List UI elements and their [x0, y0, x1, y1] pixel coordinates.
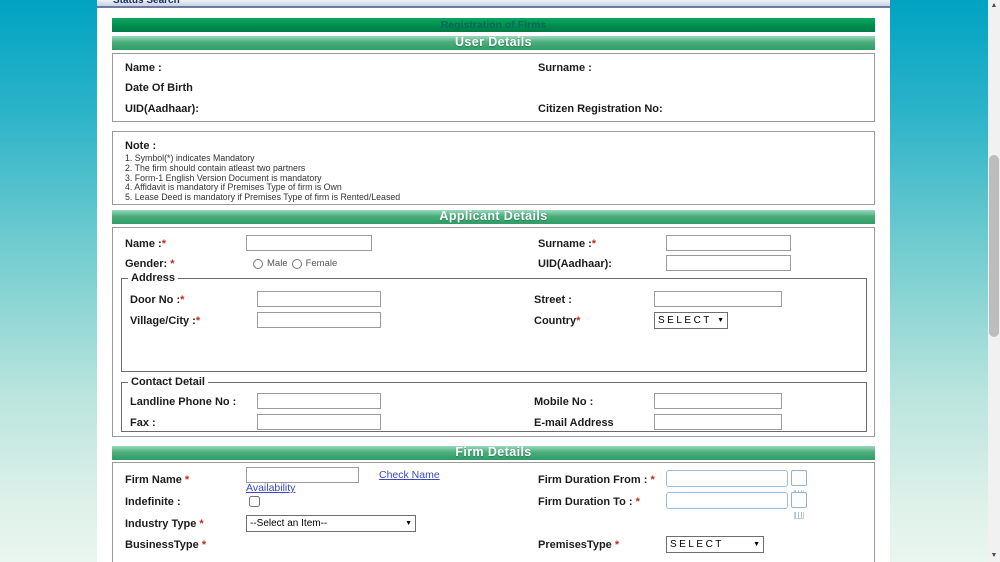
landline-label: Landline Phone No : — [130, 396, 237, 408]
required-marker: * — [591, 238, 597, 250]
duration-from-input[interactable] — [666, 470, 788, 487]
address-fieldset: Address Door No :* Street : Village/City… — [121, 272, 867, 372]
street-label: Street : — [534, 294, 572, 306]
dropdown-arrow-icon: ▼ — [717, 317, 724, 324]
duration-from-label: Firm Duration From : * — [538, 474, 655, 486]
duration-to-input[interactable] — [666, 492, 788, 509]
required-marker: * — [201, 539, 207, 551]
required-marker: * — [195, 315, 201, 327]
user-name-label: Name : — [125, 62, 162, 74]
industry-type-select[interactable]: --Select an Item-- ▼ — [246, 515, 416, 532]
required-marker: * — [650, 474, 655, 486]
required-marker: * — [576, 315, 581, 327]
industry-type-select-value: --Select an Item-- — [250, 518, 328, 529]
menu-item-status-search[interactable]: Status Search — [113, 0, 180, 6]
indefinite-checkbox[interactable] — [249, 496, 260, 507]
address-legend: Address — [131, 272, 176, 284]
firm-name-label: Firm Name * — [125, 474, 190, 486]
fax-input[interactable] — [257, 414, 381, 430]
firm-details-box: Firm Name * Check Name Availability Firm… — [112, 462, 875, 562]
country-select[interactable]: SELECT ▼ — [654, 312, 728, 329]
required-marker: * — [199, 518, 204, 530]
contact-legend: Contact Detail — [131, 376, 205, 388]
village-city-label: Village/City :* — [130, 315, 201, 327]
email-input[interactable] — [654, 414, 782, 430]
mobile-input[interactable] — [654, 393, 782, 409]
premises-type-select-value: SELECT — [670, 539, 724, 550]
business-type-label: BusinessType * — [125, 539, 207, 551]
email-label: E-mail Address — [534, 417, 614, 429]
country-label: Country* — [534, 315, 581, 327]
gender-female-label: Female — [305, 258, 338, 269]
applicant-uid-label: UID(Aadhaar): — [538, 258, 612, 270]
applicant-name-label: Name :* — [125, 238, 166, 250]
user-citizen-reg-label: Citizen Registration No: — [538, 103, 663, 115]
note-box: Note : 1. Symbol(*) indicates Mandatory … — [112, 131, 875, 205]
applicant-surname-label: Surname :* — [538, 238, 597, 250]
required-marker: * — [161, 238, 166, 250]
fax-label: Fax : — [130, 417, 156, 429]
content-page: Status Search Registration of Firms User… — [97, 0, 890, 562]
mobile-label: Mobile No : — [534, 396, 594, 408]
gender-male-radio[interactable] — [253, 258, 263, 269]
indefinite-label: Indefinite : — [125, 496, 181, 508]
availability-link[interactable]: Availability — [246, 482, 295, 494]
scrollbar-up-icon[interactable]: ▲ — [988, 0, 1000, 12]
required-marker: * — [180, 294, 185, 306]
required-marker: * — [170, 258, 175, 270]
premises-type-label: PremisesType * — [538, 539, 620, 551]
gender-radio-group: Male Female — [253, 258, 337, 269]
user-dob-label: Date Of Birth — [125, 82, 193, 94]
required-marker: * — [614, 539, 620, 551]
duration-to-calendar-icon[interactable] — [791, 492, 807, 519]
door-no-input[interactable] — [257, 291, 381, 307]
applicant-details-box: Name :* Surname :* Gender: * Male Female… — [112, 227, 875, 437]
gender-label: Gender: * — [125, 258, 175, 270]
dropdown-arrow-icon: ▼ — [753, 541, 760, 548]
user-details-box: Name : Surname : Date Of Birth UID(Aadha… — [112, 53, 875, 122]
dropdown-arrow-icon: ▼ — [405, 520, 412, 527]
page-title: Registration of Firms — [112, 18, 875, 32]
landline-input[interactable] — [257, 393, 381, 409]
required-marker: * — [184, 474, 190, 486]
note-item-5: 5. Lease Deed is mandatory if Premises T… — [125, 192, 401, 203]
street-input[interactable] — [654, 291, 782, 307]
check-name-link[interactable]: Check Name — [379, 469, 440, 481]
section-header-applicant-details: Applicant Details — [112, 210, 875, 224]
section-header-user-details: User Details — [112, 36, 875, 50]
industry-type-label: Industry Type * — [125, 518, 204, 530]
scrollbar-thumb[interactable] — [989, 155, 999, 337]
vertical-scrollbar[interactable]: ▲ ▼ — [988, 0, 1000, 562]
section-header-firm-details: Firm Details — [112, 446, 875, 460]
firm-name-input[interactable] — [246, 467, 359, 483]
door-no-label: Door No :* — [130, 294, 185, 306]
applicant-surname-input[interactable] — [666, 235, 791, 251]
premises-type-select[interactable]: SELECT ▼ — [666, 536, 764, 553]
contact-fieldset: Contact Detail Landline Phone No : Mobil… — [121, 376, 867, 432]
country-select-value: SELECT — [658, 315, 712, 326]
applicant-name-input[interactable] — [246, 235, 372, 251]
village-city-input[interactable] — [257, 312, 381, 328]
duration-to-label: Firm Duration To : * — [538, 496, 640, 508]
duration-from-calendar-icon[interactable] — [791, 470, 807, 497]
note-title: Note : — [125, 140, 157, 152]
user-uid-label: UID(Aadhaar): — [125, 103, 199, 115]
required-marker: * — [635, 496, 640, 508]
top-menu-bar: Status Search — [97, 0, 890, 8]
scrollbar-down-icon[interactable]: ▼ — [988, 550, 1000, 562]
gender-female-radio[interactable] — [291, 258, 302, 269]
applicant-uid-input[interactable] — [666, 255, 791, 271]
user-surname-label: Surname : — [538, 62, 592, 74]
gender-male-label: Male — [267, 258, 288, 269]
